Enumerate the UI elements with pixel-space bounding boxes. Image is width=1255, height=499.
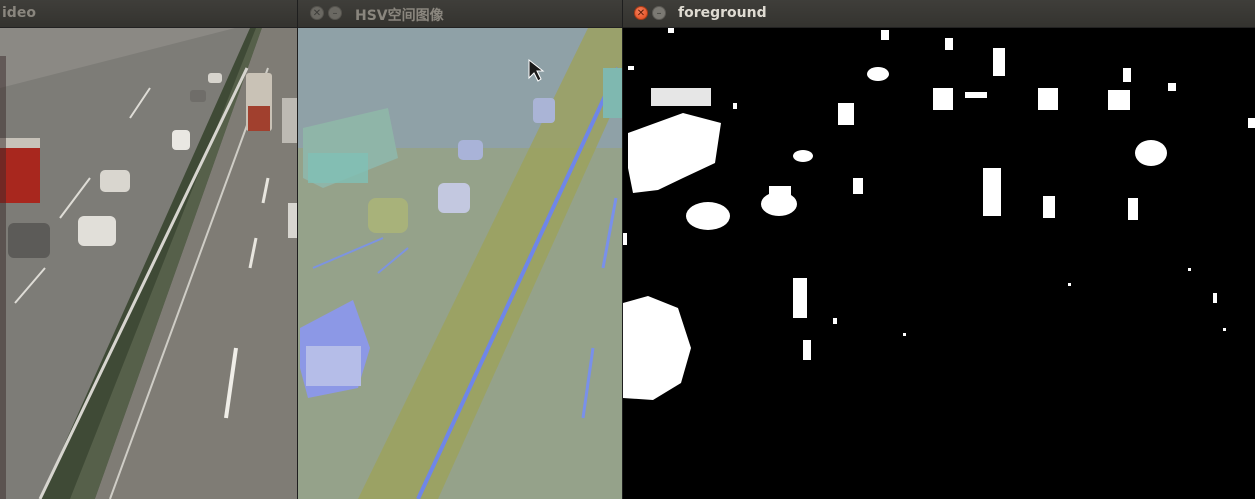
hsv-frame-image: [298, 28, 623, 499]
hsv-window[interactable]: ✕ – HSV空间图像: [297, 0, 623, 499]
video-window[interactable]: ideo: [0, 0, 297, 499]
foreground-mask-image: [623, 28, 1255, 499]
foreground-window[interactable]: ✕ – foreground: [622, 0, 1255, 499]
close-icon[interactable]: ✕: [310, 6, 324, 20]
hsv-window-title: HSV空间图像: [355, 8, 444, 24]
hsv-window-titlebar[interactable]: ✕ – HSV空间图像: [298, 0, 623, 28]
minimize-icon[interactable]: –: [328, 6, 342, 20]
foreground-window-title: foreground: [678, 5, 767, 21]
foreground-window-titlebar[interactable]: ✕ – foreground: [623, 0, 1255, 28]
hsv-frame: [298, 28, 623, 499]
minimize-icon[interactable]: –: [652, 6, 666, 20]
close-icon[interactable]: ✕: [634, 6, 648, 20]
video-window-title: ideo: [2, 5, 36, 21]
video-frame-image: [0, 28, 297, 499]
video-window-titlebar[interactable]: ideo: [0, 0, 297, 28]
foreground-mask: [623, 28, 1255, 499]
video-frame: [0, 28, 297, 499]
